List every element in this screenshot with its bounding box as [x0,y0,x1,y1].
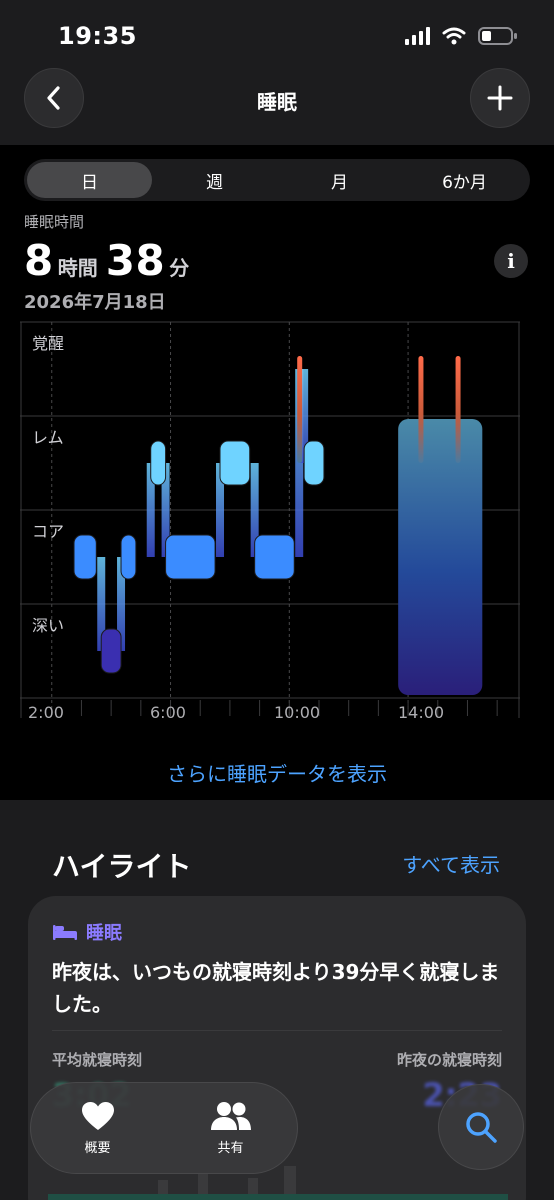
stage-segment [254,534,295,580]
stage-segment [165,534,216,580]
sleep-duration: 8 時間 38 分 [24,236,197,285]
tab-sharing-label: 共有 [217,1140,244,1156]
tab-sharing[interactable]: 共有 [164,1101,297,1156]
avg-bedtime-label: 平均就寝時刻 [52,1051,143,1069]
bed-icon [53,925,77,940]
info-icon: i [507,249,515,273]
stage-label-awake: 覚醒 [32,334,65,353]
stage-segment [73,534,97,580]
stage-segment [150,440,167,486]
stage-segment [100,628,122,674]
plus-icon [487,85,513,111]
awake-segment [297,356,303,463]
minutes-value: 38 [105,236,166,285]
tab-summary[interactable]: 概要 [31,1101,164,1156]
stage-segment [120,534,137,580]
show-more-sleep-data-link[interactable]: さらに睡眠データを表示 [0,758,554,787]
x-tick-label: 6:00 [150,703,186,722]
tab-summary-label: 概要 [84,1140,111,1156]
tab-bar: 概要 共有 [30,1082,298,1174]
chart-canvas [20,321,520,718]
signal-icon [405,27,430,45]
status-time: 19:35 [58,22,137,50]
awake-segment [455,356,461,463]
stage-segment [219,440,251,486]
highlights-title: ハイライト [52,850,192,883]
search-icon [466,1112,497,1143]
segment-day[interactable]: 日 [27,162,152,198]
segment-week[interactable]: 週 [152,162,277,198]
stage-label-deep: 深い [32,616,65,635]
x-tick-label: 2:00 [28,703,64,722]
wifi-icon [442,27,466,45]
stage-label-rem: レム [32,428,64,447]
sleep-block [398,419,483,695]
card-message: 昨夜は、いつもの就寝時刻より39分早く就寝しました。 [52,960,500,1016]
minutes-unit: 分 [169,256,190,280]
add-button[interactable] [470,68,530,128]
battery-icon [478,27,517,45]
x-tick-label: 10:00 [274,703,321,722]
people-icon [210,1101,251,1130]
card-divider [52,1030,502,1031]
stage-segment [303,440,325,486]
search-button[interactable] [438,1084,524,1170]
status-bar: 19:35 [0,0,554,70]
awake-segment [418,356,424,463]
sleep-stages-chart[interactable]: 覚醒 レム コア 深い 2:00 6:00 10:00 14:00 [20,318,520,728]
metric-date: 2026年7月18日 [24,292,166,313]
hours-unit: 時間 [57,256,98,280]
status-icons [405,26,518,46]
info-button[interactable]: i [494,244,528,278]
segment-6month[interactable]: 6か月 [402,162,527,198]
last-bedtime-label: 昨夜の就寝時刻 [396,1051,502,1069]
hours-value: 8 [24,236,54,285]
metric-label: 睡眠時間 [24,213,85,231]
see-all-link[interactable]: すべて表示 [402,849,500,878]
card-tag: 睡眠 [52,919,122,945]
stage-label-core: コア [32,522,65,541]
card-tag-label: 睡眠 [86,923,122,944]
x-tick-label: 14:00 [398,703,445,722]
segment-month[interactable]: 月 [277,162,402,198]
period-segmented-control: 日 週 月 6か月 [24,159,530,201]
heart-icon [81,1101,114,1130]
